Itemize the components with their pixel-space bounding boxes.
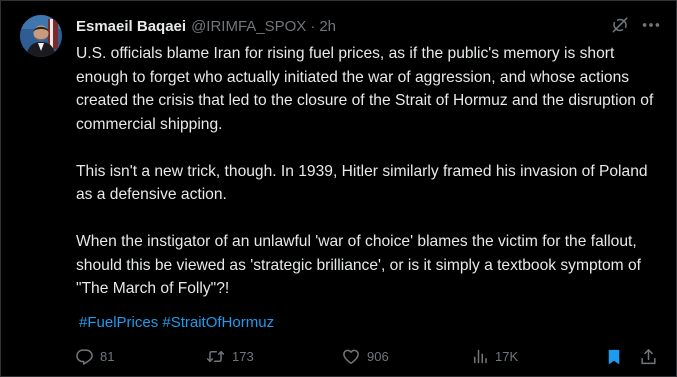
repost-icon bbox=[205, 347, 226, 366]
tweet-header: Esmaeil Baqaei @IRIMFA_SPOX · 2h bbox=[76, 15, 336, 37]
tweet-paragraph: This isn't a new trick, though. In 1939,… bbox=[76, 162, 648, 204]
tweet-card[interactable]: Esmaeil Baqaei @IRIMFA_SPOX · 2h U.S. of… bbox=[0, 0, 677, 377]
hashtag-link[interactable]: #StraitOfHormuz bbox=[162, 314, 274, 331]
grok-icon[interactable] bbox=[610, 15, 630, 35]
hashtags: #FuelPrices #StraitOfHormuz bbox=[79, 314, 274, 331]
views-button[interactable]: 17K bbox=[471, 347, 518, 366]
tweet-paragraph: When the instigator of an unlawful 'war … bbox=[76, 233, 641, 297]
like-icon bbox=[341, 347, 361, 366]
tweet-paragraph: U.S. officials blame Iran for rising fue… bbox=[76, 45, 654, 133]
like-button[interactable]: 906 bbox=[341, 347, 389, 366]
author-handle[interactable]: @IRIMFA_SPOX bbox=[191, 18, 306, 35]
share-button[interactable] bbox=[639, 347, 658, 367]
reply-icon bbox=[75, 347, 94, 366]
bookmark-button[interactable] bbox=[605, 347, 623, 367]
tweet-actions: 81 173 906 17K bbox=[75, 347, 660, 369]
reply-button[interactable]: 81 bbox=[75, 347, 114, 366]
like-count: 906 bbox=[367, 349, 389, 364]
views-icon bbox=[471, 347, 489, 366]
timestamp[interactable]: 2h bbox=[319, 18, 336, 35]
author-name[interactable]: Esmaeil Baqaei bbox=[76, 18, 186, 35]
share-icon bbox=[639, 347, 658, 367]
repost-button[interactable]: 173 bbox=[205, 347, 254, 366]
more-icon[interactable] bbox=[640, 14, 662, 36]
separator-dot: · bbox=[310, 17, 316, 35]
tweet-text: U.S. officials blame Iran for rising fue… bbox=[76, 42, 666, 324]
tweet-top-actions bbox=[610, 14, 662, 36]
repost-count: 173 bbox=[232, 349, 254, 364]
bookmark-icon bbox=[605, 347, 623, 367]
views-count: 17K bbox=[495, 349, 519, 364]
avatar[interactable] bbox=[20, 15, 62, 57]
reply-count: 81 bbox=[100, 349, 115, 364]
hashtag-link[interactable]: #FuelPrices bbox=[79, 314, 158, 331]
